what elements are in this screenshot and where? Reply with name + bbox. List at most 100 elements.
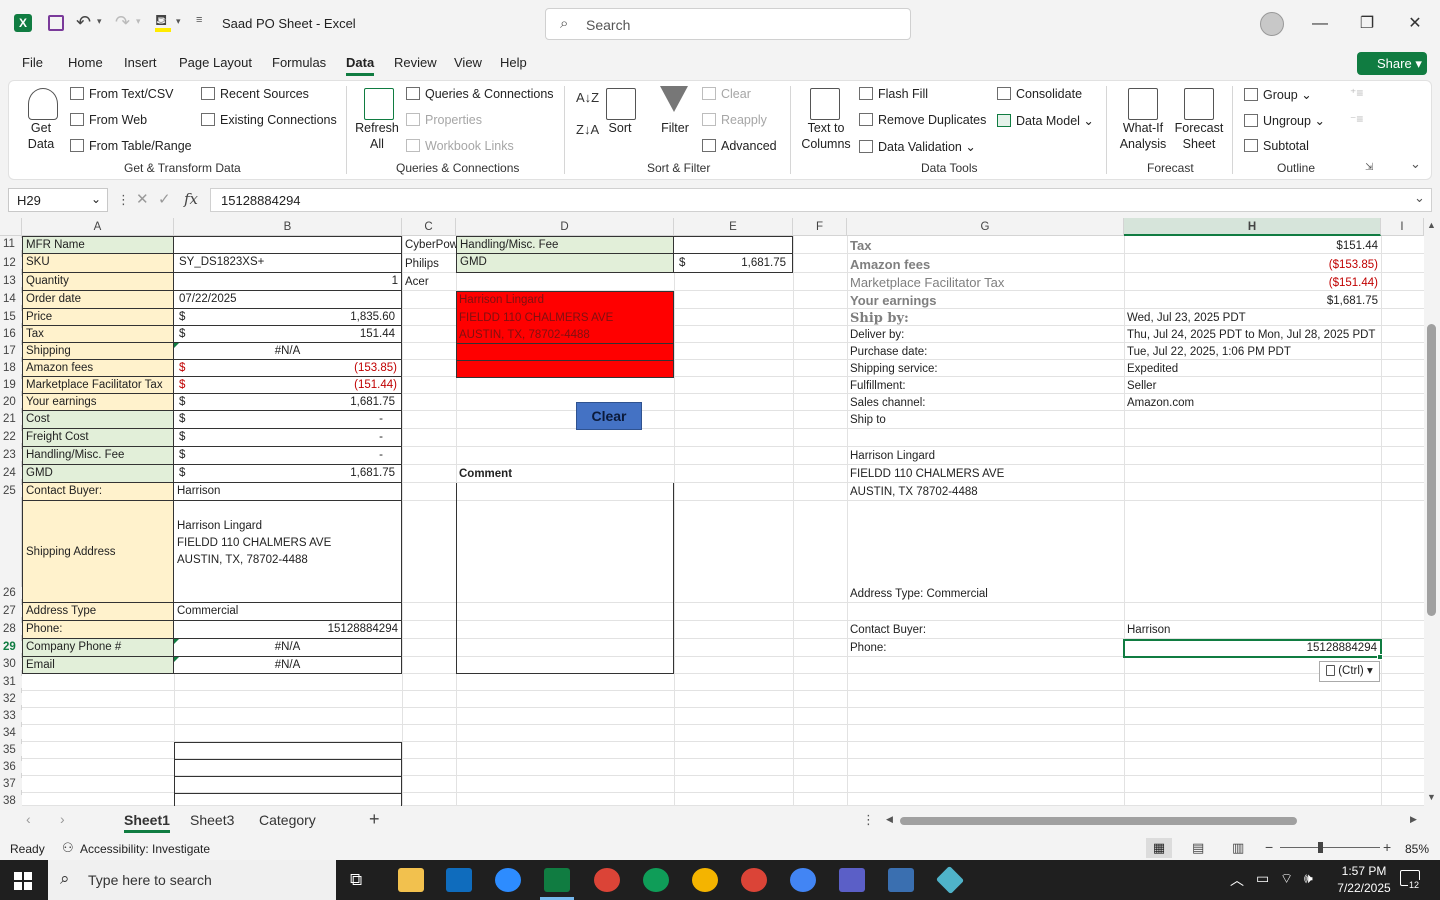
menu-file[interactable]: File (22, 55, 43, 70)
cell-b20[interactable]: $1,681.75 (174, 394, 402, 411)
comment-box[interactable] (456, 483, 674, 674)
menu-view[interactable]: View (454, 55, 482, 70)
column-header-f[interactable]: F (793, 218, 847, 236)
label-cell-email[interactable]: Email (22, 657, 174, 674)
sort-button[interactable]: Sort (600, 120, 640, 136)
restore-icon[interactable]: ❐ (1352, 10, 1382, 38)
cell-b29[interactable]: #N/A (174, 639, 402, 657)
row-header[interactable]: 16 (0, 328, 22, 340)
save-icon[interactable] (48, 15, 64, 31)
label-cell-shipping[interactable]: Shipping (22, 343, 174, 360)
cell-c11[interactable]: CyberPow (402, 237, 456, 254)
data-model-button[interactable]: Data Model ⌄ (997, 113, 1094, 128)
chrome-icon[interactable] (594, 868, 620, 892)
cell-g24[interactable]: FIELDD 110 CHALMERS AVE (847, 466, 1124, 483)
close-icon[interactable]: ✕ (1400, 10, 1430, 38)
row-header[interactable]: 23 (0, 449, 22, 461)
cell-b23[interactable]: $ - (174, 447, 402, 465)
accessibility-status[interactable]: Accessibility: Investigate (80, 842, 210, 856)
collapse-ribbon-icon[interactable]: ⌄ (1410, 156, 1421, 172)
sort-icon[interactable] (606, 88, 636, 120)
cell-g12[interactable]: Amazon fees (847, 256, 1124, 273)
cell-g17[interactable]: Purchase date: (847, 344, 1124, 361)
outlook-icon[interactable] (446, 868, 472, 892)
scroll-right-icon[interactable]: ▶ (1410, 814, 1417, 825)
cell-b14[interactable]: 07/22/2025 (174, 291, 402, 309)
zoom-slider-thumb[interactable] (1318, 842, 1323, 853)
existing-connections-button[interactable]: Existing Connections (201, 113, 337, 127)
cell-h13[interactable]: ($151.44) (1124, 275, 1381, 292)
label-cell-address-type[interactable]: Address Type (22, 603, 174, 621)
row-header[interactable]: 14 (0, 293, 22, 305)
column-header-b[interactable]: B (174, 218, 402, 236)
row-header[interactable]: 17 (0, 345, 22, 357)
cell-b21[interactable]: $ - (174, 411, 402, 429)
fill-handle[interactable] (1377, 654, 1383, 660)
cell-b22[interactable]: $ - (174, 429, 402, 447)
cell-g13[interactable]: Marketplace Facilitator Tax (847, 274, 1124, 291)
cell-g21[interactable]: Ship to (847, 412, 1124, 429)
search-box[interactable]: ⌕ Search (545, 8, 911, 40)
label-cell-mfr-name[interactable]: MFR Name (22, 236, 174, 254)
row-header[interactable]: 21 (0, 413, 22, 425)
label-cell-handling-fee[interactable]: Handling/Misc. Fee (22, 447, 174, 465)
from-text-csv-button[interactable]: From Text/CSV (70, 87, 174, 101)
column-header-c[interactable]: C (402, 218, 456, 236)
column-header-corner[interactable] (0, 218, 22, 236)
ungroup-button[interactable]: Ungroup ⌄ (1244, 113, 1325, 128)
cell-h11[interactable]: $151.44 (1124, 238, 1381, 255)
column-header-h[interactable]: H (1124, 218, 1381, 236)
bordered-block[interactable] (174, 742, 402, 806)
cell-g25[interactable]: AUSTIN, TX 78702-4488 (847, 484, 1124, 501)
calculator-icon[interactable] (888, 868, 914, 892)
paste-options-button[interactable]: (Ctrl) ▾ (1319, 661, 1380, 682)
chrome-icon[interactable] (741, 868, 767, 892)
cell-b19[interactable]: $ (151.44) (174, 377, 402, 394)
row-header[interactable]: 24 (0, 467, 22, 479)
label-cell-order-date[interactable]: Order date (22, 291, 174, 309)
forecast-sheet-icon[interactable] (1184, 88, 1214, 120)
cell-b15[interactable]: $1,835.60 (174, 309, 402, 326)
volume-icon[interactable]: 🕪 (1304, 870, 1313, 887)
row-header[interactable]: 31 (0, 676, 22, 688)
cell-b17[interactable]: #N/A (174, 343, 402, 360)
vertical-scrollbar[interactable]: ▲ ▼ (1424, 218, 1440, 806)
account-avatar-icon[interactable] (1260, 12, 1284, 36)
sheet-tab-category[interactable]: Category (259, 812, 316, 828)
row-header[interactable]: 34 (0, 727, 22, 739)
cell-g11[interactable]: Tax (847, 237, 1124, 254)
get-data-icon[interactable] (28, 88, 58, 120)
row-header[interactable]: 15 (0, 311, 22, 323)
more-options-icon[interactable]: ⋮ (117, 192, 130, 208)
cell-b16[interactable]: $151.44 (174, 326, 402, 343)
sort-za-icon[interactable]: Z↓A (576, 122, 599, 137)
cell-g18[interactable]: Shipping service: (847, 361, 1124, 378)
cell-h15[interactable]: Wed, Jul 23, 2025 PDT (1124, 310, 1381, 327)
row-header[interactable]: 18 (0, 362, 22, 374)
app-icon[interactable] (935, 865, 965, 895)
zoom-out-icon[interactable]: − (1265, 839, 1273, 855)
clear-button[interactable]: Clear (576, 402, 642, 430)
add-sheet-icon[interactable]: + (369, 809, 380, 830)
cell-b18[interactable]: $ (153.85) (174, 360, 402, 377)
advanced-filter-button[interactable]: Advanced (702, 139, 777, 153)
cell-b25[interactable]: Harrison (174, 483, 402, 501)
row-header[interactable]: 19 (0, 379, 22, 391)
network-icon[interactable]: ▭ (1256, 870, 1269, 887)
row-header[interactable]: 27 (0, 605, 22, 617)
horizontal-scrollbar[interactable]: ◀ ▶ (884, 814, 1424, 828)
label-cell-shipping-address[interactable]: Shipping Address (22, 501, 174, 603)
chrome-icon[interactable] (790, 868, 816, 892)
confirm-entry-icon[interactable]: ✓ (158, 190, 171, 208)
minimize-icon[interactable]: — (1305, 10, 1335, 38)
zoom-app-icon[interactable] (495, 868, 521, 892)
sheet-tab-sheet1[interactable]: Sheet1 (124, 812, 170, 833)
task-view-icon[interactable]: ⧉ (350, 870, 362, 890)
clock-date[interactable]: 7/22/2025 (1326, 881, 1402, 895)
page-layout-view-icon[interactable]: ▤ (1192, 840, 1204, 856)
cell-c12[interactable]: Philips (402, 256, 456, 273)
what-if-icon[interactable] (1128, 88, 1158, 120)
expand-formula-icon[interactable]: ⌄ (1414, 190, 1425, 206)
show-hidden-icons-icon[interactable]: ︿ (1230, 870, 1244, 890)
menu-data[interactable]: Data (346, 55, 375, 76)
